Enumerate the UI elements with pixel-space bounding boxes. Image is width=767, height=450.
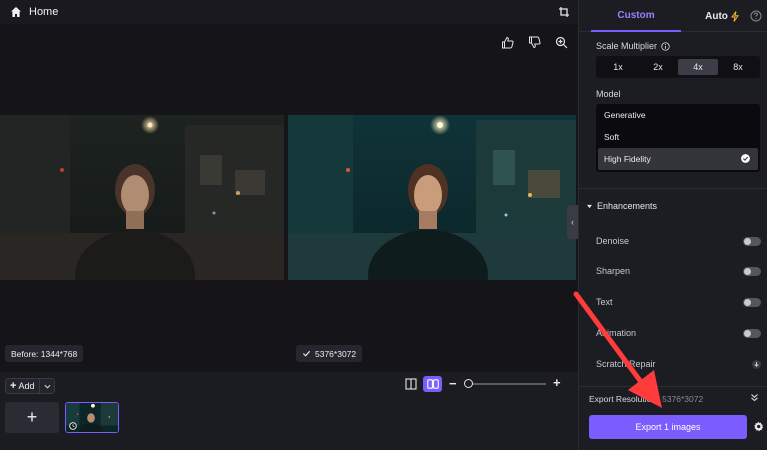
enhancement-denoise: Denoise — [596, 234, 761, 248]
tab-custom[interactable]: Custom — [591, 0, 681, 32]
enhancement-label: Sharpen — [596, 266, 631, 276]
compare-view-button[interactable] — [423, 376, 442, 392]
single-view-icon[interactable] — [405, 378, 417, 390]
help-icon[interactable] — [750, 10, 762, 22]
section-divider — [579, 386, 767, 387]
enhancement-label: Scratch Repair — [596, 359, 656, 369]
enhancement-scratch-repair: Scratch Repair — [596, 357, 761, 371]
export-resolution-label: Export Resolution — [589, 394, 657, 404]
download-icon[interactable] — [752, 359, 761, 369]
mode-tabs: Custom Auto — [579, 0, 767, 32]
zoom-slider[interactable] — [468, 383, 546, 385]
thumbs-down-icon[interactable] — [528, 36, 541, 49]
plus-icon: + — [10, 380, 17, 392]
add-button[interactable]: + Add — [5, 378, 55, 394]
enhancement-animation: Animation — [596, 326, 761, 340]
model-list: Generative Soft High Fidelity — [596, 104, 760, 172]
after-resolution-badge: 5376*3072 — [296, 345, 363, 362]
export-resolution-row[interactable]: Export Resolution 5376*3072 — [589, 392, 759, 406]
model-option-high-fidelity[interactable]: High Fidelity — [598, 148, 758, 170]
text-toggle[interactable] — [743, 297, 761, 307]
caret-down-icon — [587, 204, 592, 208]
denoise-toggle[interactable] — [743, 236, 761, 246]
lightning-icon — [730, 10, 739, 22]
enhancement-label: Text — [596, 297, 613, 307]
tab-auto-label: Auto — [705, 10, 728, 22]
export-resolution-value: 5376*3072 — [662, 394, 704, 404]
tab-auto[interactable]: Auto — [697, 0, 747, 32]
home-icon[interactable] — [10, 6, 22, 18]
export-button[interactable]: Export 1 images — [589, 415, 747, 439]
sharpen-toggle[interactable] — [743, 266, 761, 276]
add-dropdown-toggle[interactable] — [39, 379, 54, 393]
home-link[interactable]: Home — [29, 6, 58, 18]
enhancement-sharpen: Sharpen — [596, 264, 761, 278]
after-resolution-label: 5376*3072 — [315, 348, 357, 359]
chevron-down-icon — [44, 384, 50, 389]
image-thumbnail[interactable] — [65, 402, 119, 433]
scale-multiplier-label: Scale Multiplier — [596, 41, 658, 51]
selected-check-icon — [741, 154, 750, 163]
info-icon[interactable] — [661, 41, 670, 51]
crop-icon[interactable] — [558, 6, 570, 18]
enhancement-label: Animation — [596, 328, 637, 338]
settings-panel: Custom Auto Scale Multiplier 1x 2x 4x 8x… — [578, 0, 767, 450]
panel-collapse-handle[interactable]: ‹ — [567, 205, 578, 239]
zoom-out-button[interactable]: − — [449, 376, 457, 391]
double-chevron-down-icon — [751, 394, 758, 402]
enhancements-label: Enhancements — [597, 201, 658, 211]
zoom-in-icon[interactable] — [555, 36, 568, 49]
gear-icon[interactable] — [753, 421, 764, 432]
model-title: Model — [596, 89, 621, 99]
scale-option-2x[interactable]: 2x — [638, 59, 678, 75]
scale-multiplier-selector: 1x 2x 4x 8x — [596, 56, 760, 78]
model-option-generative[interactable]: Generative — [596, 104, 760, 126]
check-icon — [302, 350, 311, 357]
zoom-slider-handle[interactable] — [464, 379, 473, 388]
scale-option-4x[interactable]: 4x — [678, 59, 718, 75]
after-image — [288, 115, 576, 280]
clock-icon — [69, 422, 77, 430]
side-by-side-icon — [426, 379, 439, 389]
scale-option-8x[interactable]: 8x — [718, 59, 758, 75]
model-option-soft[interactable]: Soft — [596, 126, 760, 148]
add-button-label: Add — [18, 381, 35, 391]
enhancement-text: Text — [596, 295, 761, 309]
zoom-in-button[interactable]: + — [553, 375, 561, 390]
before-resolution-badge: Before: 1344*768 — [5, 345, 84, 362]
before-image — [0, 115, 284, 280]
add-image-tile[interactable]: + — [5, 402, 59, 433]
enhancement-label: Denoise — [596, 236, 630, 246]
model-option-label: High Fidelity — [604, 154, 651, 164]
chevron-left-icon: ‹ — [571, 217, 574, 227]
thumbs-up-icon[interactable] — [501, 36, 514, 49]
scale-multiplier-title: Scale Multiplier — [596, 41, 670, 51]
feedback-tools — [501, 36, 568, 49]
bottom-bar: + Add − + + — [0, 372, 578, 450]
preview-stage: Before: 1344*768 5376*3072 ‹ — [0, 24, 578, 372]
scale-option-1x[interactable]: 1x — [598, 59, 638, 75]
enhancements-header[interactable]: Enhancements — [587, 201, 657, 211]
animation-toggle[interactable] — [743, 328, 761, 338]
section-divider — [579, 188, 767, 189]
top-bar: Home — [0, 0, 578, 24]
